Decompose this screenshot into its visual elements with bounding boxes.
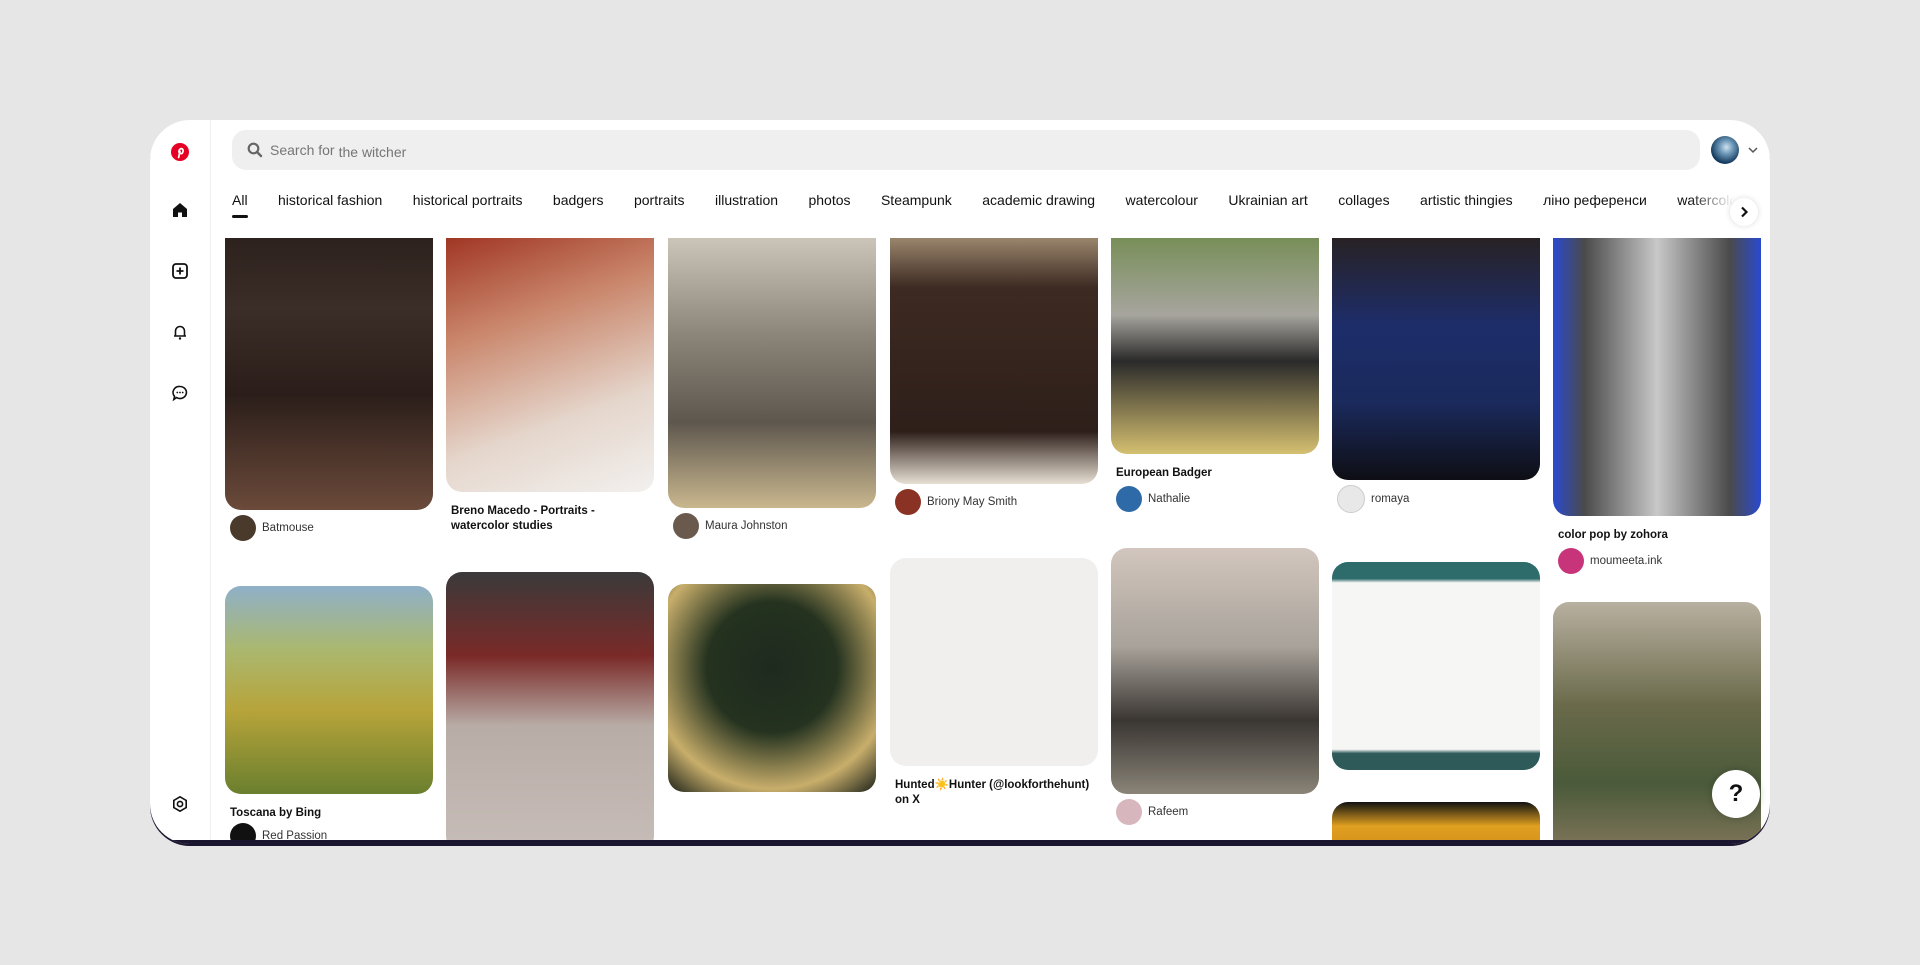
board-tabs: All historical fashion historical portra… — [232, 182, 1752, 222]
pin-image[interactable] — [1332, 562, 1540, 770]
gear-icon[interactable] — [168, 792, 192, 816]
pin-image[interactable] — [668, 584, 876, 792]
pin-image[interactable] — [1332, 802, 1540, 844]
pin-user[interactable]: Batmouse — [262, 522, 314, 534]
pin-card[interactable] — [1332, 802, 1540, 844]
pin-card[interactable] — [1332, 562, 1540, 770]
tab-lino-references[interactable]: ліно референси — [1543, 182, 1647, 208]
browser-window: Search for the witcher All historical fa… — [150, 120, 1770, 844]
tab-photos[interactable]: photos — [808, 182, 850, 208]
pin-title[interactable]: European Badger — [1116, 466, 1314, 481]
pin-card[interactable]: color pop by zohora moumeeta.ink — [1553, 238, 1761, 574]
pin-image[interactable] — [1111, 238, 1319, 454]
tab-historical-fashion[interactable]: historical fashion — [278, 182, 382, 208]
pin-user[interactable]: moumeeta.ink — [1590, 555, 1662, 567]
pin-card[interactable] — [446, 572, 654, 844]
pin-user[interactable]: Red Passion — [262, 830, 327, 842]
avatar[interactable] — [1116, 799, 1142, 825]
bell-icon[interactable] — [168, 320, 192, 344]
tab-artistic-thingies[interactable]: artistic thingies — [1420, 182, 1513, 208]
pin-image[interactable] — [1332, 238, 1540, 480]
pin-title[interactable]: Breno Macedo - Portraits - watercolor st… — [451, 504, 649, 534]
pin-user[interactable]: Maura Johnston — [705, 520, 787, 532]
plus-square-icon[interactable] — [168, 259, 192, 283]
pin-image[interactable] — [225, 238, 433, 510]
chevron-right-icon — [1741, 206, 1749, 218]
pin-image[interactable] — [668, 238, 876, 508]
tabs-next-button[interactable] — [1730, 198, 1758, 226]
pin-card[interactable]: Batmouse — [225, 238, 433, 541]
home-icon[interactable] — [168, 198, 192, 222]
tab-badgers[interactable]: badgers — [553, 182, 604, 208]
pin-image[interactable] — [890, 558, 1098, 766]
pin-image[interactable] — [1111, 548, 1319, 794]
profile-avatar[interactable] — [1711, 136, 1739, 164]
pin-card[interactable]: Toscana by Bing Red Passion — [225, 586, 433, 844]
avatar[interactable] — [230, 823, 256, 844]
help-button[interactable]: ? — [1712, 770, 1760, 818]
pin-image[interactable] — [1553, 238, 1761, 516]
pin-user[interactable]: Briony May Smith — [927, 496, 1017, 508]
search-icon — [247, 142, 263, 158]
avatar[interactable] — [1558, 548, 1584, 574]
pin-title[interactable]: Toscana by Bing — [230, 806, 428, 821]
tab-all[interactable]: All — [232, 182, 248, 218]
pin-card[interactable]: romaya — [1332, 238, 1540, 513]
tab-watercolour[interactable]: watercolour — [1126, 182, 1198, 208]
sidebar — [150, 120, 211, 844]
avatar[interactable] — [895, 489, 921, 515]
tab-academic-drawing[interactable]: academic drawing — [982, 182, 1095, 208]
tab-illustration[interactable]: illustration — [715, 182, 778, 208]
search-placeholder: Search for — [270, 142, 335, 158]
search-suggestion: the witcher — [338, 144, 407, 160]
pin-title[interactable]: Hunted☀️Hunter (@lookforthehunt) on X — [895, 778, 1093, 808]
avatar[interactable] — [673, 513, 699, 539]
pin-card[interactable]: Breno Macedo - Portraits - watercolor st… — [446, 238, 654, 534]
pin-card[interactable]: Hunted☀️Hunter (@lookforthehunt) on X — [890, 558, 1098, 808]
pin-image[interactable] — [446, 238, 654, 492]
chevron-down-icon[interactable] — [1747, 144, 1759, 156]
tab-historical-portraits[interactable]: historical portraits — [413, 182, 523, 208]
chat-icon[interactable] — [168, 381, 192, 405]
pinterest-logo-icon[interactable] — [168, 140, 192, 164]
avatar[interactable] — [1337, 485, 1365, 513]
tab-ukrainian-art[interactable]: Ukrainian art — [1228, 182, 1307, 208]
search-input[interactable]: Search for the witcher — [232, 130, 1700, 170]
pin-user[interactable]: Rafeem — [1148, 806, 1188, 818]
pin-card[interactable]: Briony May Smith — [890, 238, 1098, 515]
tab-collages[interactable]: collages — [1338, 182, 1389, 208]
pin-card[interactable]: European Badger Nathalie — [1111, 238, 1319, 512]
pin-image[interactable] — [225, 586, 433, 794]
pin-title[interactable]: color pop by zohora — [1558, 528, 1756, 543]
pin-image[interactable] — [446, 572, 654, 844]
pin-grid: Batmouse Toscana by Bing Red Passion Bre… — [210, 238, 1770, 844]
avatar[interactable] — [230, 515, 256, 541]
avatar[interactable] — [1116, 486, 1142, 512]
pin-card[interactable]: Rafeem — [1111, 548, 1319, 825]
tab-steampunk[interactable]: Steampunk — [881, 182, 952, 208]
pin-image[interactable] — [890, 238, 1098, 484]
pin-card[interactable] — [668, 584, 876, 792]
tab-portraits[interactable]: portraits — [634, 182, 685, 208]
pin-card[interactable]: Maura Johnston — [668, 238, 876, 539]
pin-user[interactable]: romaya — [1371, 493, 1409, 505]
pin-user[interactable]: Nathalie — [1148, 493, 1190, 505]
